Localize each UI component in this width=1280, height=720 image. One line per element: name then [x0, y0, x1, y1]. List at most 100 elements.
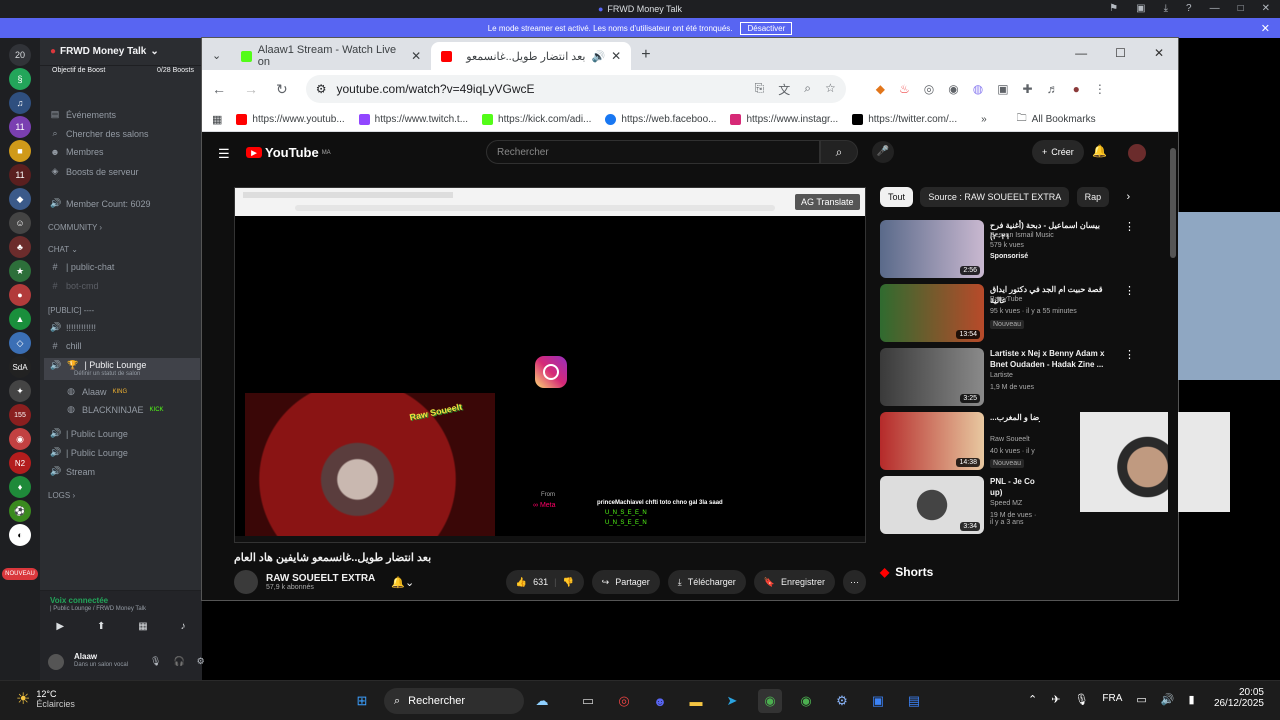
task-view-icon[interactable]: ▭: [576, 689, 600, 713]
mic-icon[interactable]: 🎙: [150, 656, 161, 667]
server-icon[interactable]: ●: [9, 284, 31, 306]
server-icon[interactable]: ⚽: [9, 500, 31, 522]
bookmark[interactable]: https://www.instagr...: [730, 114, 838, 125]
notify-bell-icon[interactable]: 🔔⌄: [391, 576, 414, 589]
server-icon[interactable]: ■: [9, 140, 31, 162]
search-input[interactable]: Rechercher: [486, 140, 820, 164]
avatar[interactable]: [1128, 144, 1146, 162]
share-button[interactable]: ↪ Partager: [591, 570, 660, 594]
chevron-up-icon[interactable]: ⌃: [1028, 693, 1037, 706]
channel-boosts[interactable]: ◈ Boosts de serveur: [50, 166, 139, 177]
reload-icon[interactable]: ↻: [276, 81, 288, 98]
apps-icon[interactable]: ▦: [212, 113, 222, 126]
search-button[interactable]: ⌕: [820, 140, 858, 164]
boost-goal[interactable]: Objectif de Boost 0/28 Boosts: [40, 67, 202, 81]
more-icon[interactable]: ⋮: [1124, 220, 1135, 233]
camera-icon[interactable]: ▶: [56, 621, 64, 632]
audio-icon[interactable]: 🔊: [591, 50, 605, 63]
category-logs[interactable]: LOGS ›: [48, 491, 75, 500]
app-icon[interactable]: ◎: [612, 689, 636, 713]
translate-button[interactable]: AG Translate: [795, 194, 860, 210]
extension-icon[interactable]: ◎: [924, 82, 934, 96]
bookmark[interactable]: https://twitter.com/...: [852, 114, 957, 125]
media-icon[interactable]: ♬: [1047, 82, 1059, 96]
more-icon[interactable]: ⋮: [1124, 284, 1135, 297]
voice-user[interactable]: ◍ Alaaw KING: [66, 386, 127, 397]
battery-icon[interactable]: ▮: [1189, 693, 1195, 706]
more-button[interactable]: ⋯: [843, 570, 866, 594]
download-button[interactable]: ⤓ Télécharger: [667, 570, 746, 594]
channel-stream[interactable]: 🔊 Stream: [50, 466, 95, 477]
settings-icon[interactable]: ⚙: [830, 689, 854, 713]
server-icon[interactable]: SdA: [9, 356, 31, 378]
minimize-icon[interactable]: —: [1075, 46, 1087, 60]
tab-youtube[interactable]: بعد انتضار طويل..غانسمعو 🔊 ✕: [431, 42, 632, 70]
youtube-logo[interactable]: ▶ YouTube MA: [246, 145, 331, 160]
close-icon[interactable]: ✕: [1154, 46, 1164, 60]
server-icon[interactable]: ♣: [9, 236, 31, 258]
channel-public-lounge-3[interactable]: 🔊 | Public Lounge: [50, 447, 128, 458]
minimize-icon[interactable]: —: [1210, 0, 1220, 18]
server-icon[interactable]: 11: [9, 164, 31, 186]
lounge-status[interactable]: Définir un statut de salon: [74, 371, 200, 377]
close-tab-icon[interactable]: ✕: [411, 49, 421, 63]
channel-public-chat[interactable]: # | public-chat: [50, 262, 114, 272]
category-chat[interactable]: CHAT ⌄: [48, 245, 78, 254]
weather-widget[interactable]: ☀ 12°C Éclaircies: [16, 689, 75, 709]
shorts-header[interactable]: ◆ Shorts: [880, 565, 933, 579]
chip-source[interactable]: Source : RAW SOUEELT EXTRA: [920, 187, 1070, 207]
rec-thumbnail[interactable]: 2:56: [880, 220, 984, 278]
back-icon[interactable]: ←: [212, 81, 226, 97]
chevron-right-icon[interactable]: »: [981, 114, 987, 125]
close-tab-icon[interactable]: ✕: [611, 49, 621, 63]
inbox-icon[interactable]: ⚑: [1109, 0, 1118, 18]
disable-streamer-button[interactable]: Désactiver: [740, 21, 793, 35]
category-public[interactable]: [PUBLIC] ----: [48, 306, 94, 315]
rec-thumbnail[interactable]: 14:38: [880, 412, 984, 470]
server-icon[interactable]: ✦: [9, 380, 31, 402]
chrome-icon[interactable]: ◉: [758, 689, 782, 713]
bookmark[interactable]: https://kick.com/adi...: [482, 114, 591, 125]
channel-dots[interactable]: 🔊!!!!!!!!!!!!: [50, 322, 96, 333]
mic-icon[interactable]: 🎤: [872, 141, 894, 163]
scrollbar[interactable]: [1168, 132, 1178, 600]
server-icon[interactable]: ◆: [9, 188, 31, 210]
chevron-right-icon[interactable]: ›: [1126, 191, 1130, 203]
rec-thumbnail[interactable]: 3:34: [880, 476, 984, 534]
soundboard-icon[interactable]: ♪: [181, 621, 186, 632]
translate-icon[interactable]: 文: [778, 81, 790, 98]
screen-share-icon[interactable]: ⬆: [97, 621, 105, 632]
zoom-icon[interactable]: ⌕: [804, 81, 811, 98]
rec-thumbnail[interactable]: 13:54: [880, 284, 984, 342]
server-icon[interactable]: ★: [9, 260, 31, 282]
channel-bot-cmd[interactable]: # bot-cmd: [50, 281, 98, 291]
server-icon[interactable]: ☺: [9, 212, 31, 234]
maximize-icon[interactable]: ☐: [1115, 46, 1126, 60]
rec-video[interactable]: 2:56 بيسان اسماعيل - دبحة (أغنية فرح ٢٠٢…: [880, 220, 1140, 280]
server-icon[interactable]: 155: [9, 404, 31, 426]
new-tab-button[interactable]: +: [641, 46, 650, 64]
save-button[interactable]: 🔖 Enregistrer: [753, 570, 835, 594]
video-player[interactable]: AG Translate Raw Soueelt From ∞ Meta pri…: [234, 187, 866, 543]
install-icon[interactable]: ⎘: [755, 81, 765, 98]
telegram-icon[interactable]: ➤: [720, 689, 744, 713]
screen-icon[interactable]: ▣: [1136, 0, 1145, 18]
rec-video[interactable]: 3:34 PNL - Je Co up) Speed MZ 19 M de vu…: [880, 476, 1040, 536]
download-icon[interactable]: ⤓: [1164, 0, 1168, 18]
more-icon[interactable]: ⋮: [1124, 348, 1135, 361]
store-icon[interactable]: ▣: [866, 689, 890, 713]
channel-members[interactable]: ☻ Membres: [50, 147, 103, 157]
rec-thumbnail[interactable]: 3:25: [880, 348, 984, 406]
headphones-icon[interactable]: 🎧: [173, 656, 184, 667]
folder-icon[interactable]: ▬: [684, 689, 708, 713]
calculator-icon[interactable]: ▤: [902, 689, 926, 713]
url-text[interactable]: youtube.com/watch?v=49iqLyVGwcE: [337, 82, 535, 96]
like-button[interactable]: 👍 631 | 👎: [505, 570, 584, 594]
create-button[interactable]: + Créer: [1032, 140, 1084, 164]
volume-icon[interactable]: 🔊: [1161, 693, 1175, 706]
channel-name[interactable]: RAW SOUEELT EXTRA: [266, 573, 375, 584]
channel-public-lounge-active[interactable]: 🔊 🏆 | Public Lounge Définir un statut de s…: [44, 358, 200, 380]
server-icon[interactable]: ◇: [9, 332, 31, 354]
help-icon[interactable]: ?: [1186, 0, 1192, 18]
star-icon[interactable]: ☆: [825, 81, 836, 98]
